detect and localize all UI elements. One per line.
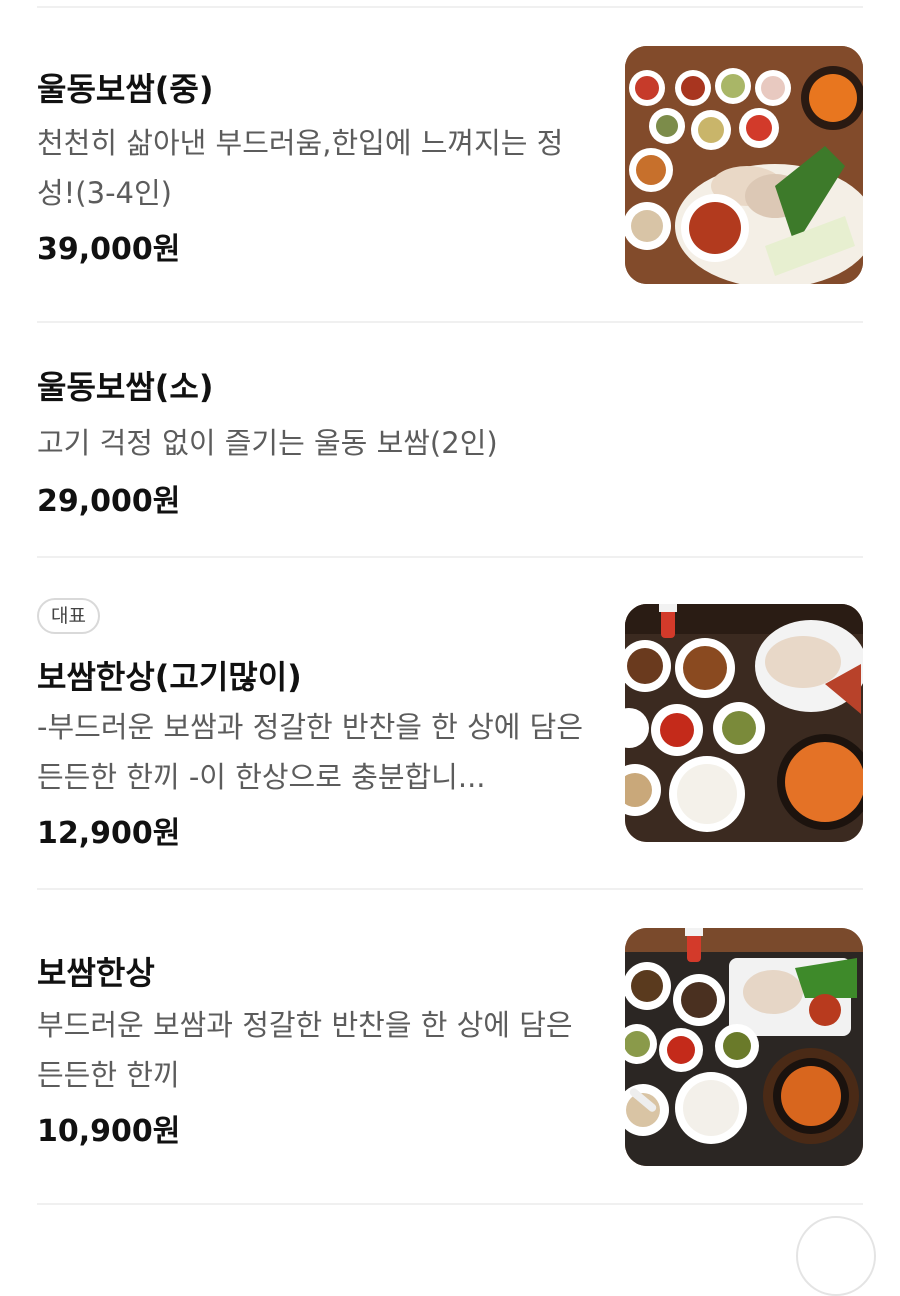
bossam-set-photo: [625, 928, 863, 1166]
menu-item-image[interactable]: [625, 928, 863, 1166]
menu-item-price: 29,000원: [37, 484, 181, 519]
menu-item-price: 39,000원: [37, 232, 181, 267]
menu-item-name: 울동보쌈(중): [37, 70, 214, 108]
menu-item[interactable]: 보쌈한상 부드러운 보쌈과 정갈한 반찬을 한 상에 담은 든든한 한끼 10,…: [0, 888, 900, 1203]
menu-item-name: 보쌈한상(고기많이): [37, 658, 302, 696]
floating-action-button[interactable]: [796, 1216, 876, 1296]
menu-item-image[interactable]: [625, 46, 863, 284]
menu-item-name: 보쌈한상: [37, 954, 155, 992]
menu-item-description: 부드러운 보쌈과 정갈한 반찬을 한 상에 담은 든든한 한끼: [37, 1008, 573, 1092]
menu-item-name: 울동보쌈(소): [37, 368, 214, 406]
menu-item[interactable]: 울동보쌈(중) 천천히 삶아낸 부드러움,한입에 느껴지는 정성!(3-4인) …: [0, 0, 900, 322]
divider: [37, 1203, 863, 1205]
representative-badge: 대표: [37, 598, 100, 634]
menu-item-image[interactable]: [625, 604, 863, 842]
menu-item[interactable]: 대표 보쌈한상(고기많이) -부드러운 보쌈과 정갈한 반찬을 한 상에 담은 …: [0, 556, 900, 888]
menu-item-price: 12,900원: [37, 816, 181, 851]
bossam-platter-photo: [625, 46, 863, 284]
menu-item-description: -부드러운 보쌈과 정갈한 반찬을 한 상에 담은 든든한 한끼 -이 한상으로…: [37, 710, 584, 794]
menu-item-price: 10,900원: [37, 1114, 181, 1149]
menu-item-description: 천천히 삶아낸 부드러움,한입에 느껴지는 정성!(3-4인): [37, 126, 564, 210]
bossam-set-large-photo: [625, 604, 863, 842]
menu-item[interactable]: 울동보쌈(소) 고기 걱정 없이 즐기는 울동 보쌈(2인) 29,000원: [0, 322, 900, 556]
menu-item-description: 고기 걱정 없이 즐기는 울동 보쌈(2인): [37, 426, 498, 460]
